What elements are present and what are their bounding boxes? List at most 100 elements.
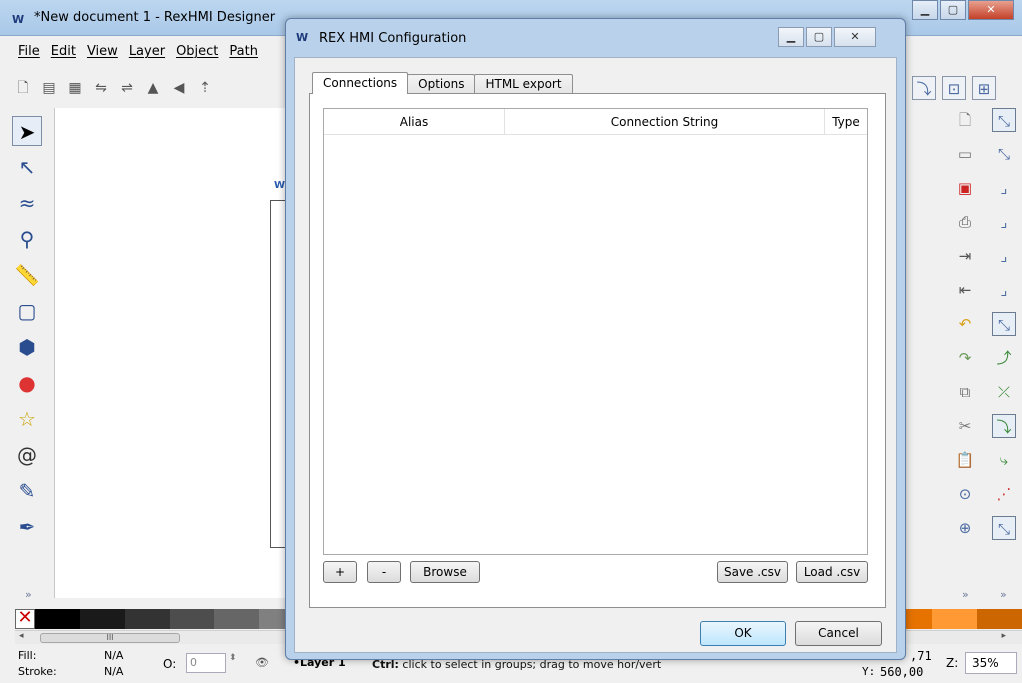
ellipse-tool-icon[interactable]: ●	[12, 368, 42, 398]
snap-smooth-icon[interactable]: ⤷	[992, 448, 1016, 472]
color-swatch[interactable]	[35, 609, 80, 629]
pen-tool-icon[interactable]: ✒	[12, 512, 42, 542]
raise-icon[interactable]: ⇡	[196, 79, 214, 97]
snap-bbox-edge-icon[interactable]: ⤡	[992, 142, 1016, 166]
dialog-maximize-button[interactable]: ▢	[806, 27, 832, 47]
add-connection-button[interactable]: +	[323, 561, 357, 583]
cancel-button[interactable]: Cancel	[795, 621, 882, 646]
selector-tool-icon[interactable]: ➤	[12, 116, 42, 146]
snap-others-icon[interactable]: ⤡	[992, 516, 1016, 540]
flip-icon[interactable]: ◀	[170, 79, 188, 97]
distribute-icon[interactable]: ⇌	[118, 79, 136, 97]
more-commands-icon[interactable]: »	[962, 588, 969, 601]
snap-intersection-icon[interactable]: ⤫	[992, 380, 1016, 404]
snap-bbox-center-icon[interactable]: ⌟	[992, 244, 1016, 268]
color-swatch[interactable]	[977, 609, 1022, 629]
no-paint-swatch[interactable]: ✕	[15, 609, 35, 629]
tab-connections[interactable]: Connections	[312, 72, 409, 94]
remove-connection-button[interactable]: -	[367, 561, 401, 583]
column-connection-string[interactable]: Connection String	[505, 109, 825, 135]
node-tool-icon[interactable]: ↖	[12, 152, 42, 182]
menu-layer[interactable]: Layer	[129, 44, 165, 66]
zoom-selection-icon[interactable]: ⊙	[953, 482, 977, 506]
color-swatch[interactable]	[932, 609, 978, 629]
save-icon[interactable]: ▣	[953, 176, 977, 200]
print-icon[interactable]: ⎙	[953, 210, 977, 234]
menu-view[interactable]: View	[87, 44, 118, 66]
column-alias[interactable]: Alias	[324, 109, 505, 135]
copy-icon[interactable]: ⧉	[953, 380, 977, 404]
browse-button[interactable]: Browse	[410, 561, 480, 583]
snap-nodes-toggle-icon[interactable]: ⤡	[992, 312, 1016, 336]
load-csv-button[interactable]: Load .csv	[796, 561, 868, 583]
zoom-label: Z:	[946, 656, 959, 670]
image-icon[interactable]: ▦	[66, 79, 84, 97]
color-swatch[interactable]	[214, 609, 260, 629]
snap-page-icon[interactable]: ⌟	[992, 278, 1016, 302]
undo-icon[interactable]: ↶	[953, 312, 977, 336]
snap-nodes-icon[interactable]: ⊞	[972, 76, 996, 100]
connections-panel: Alias Connection String Type + - Browse …	[309, 93, 886, 608]
connections-table[interactable]: Alias Connection String Type	[323, 108, 868, 555]
snap-cusp-icon[interactable]: ⤵	[992, 414, 1016, 438]
stroke-value[interactable]: N/A	[104, 665, 123, 678]
scroll-left-icon[interactable]: ◂	[19, 631, 24, 641]
new-icon[interactable]: 🗋	[953, 108, 977, 132]
align-icon[interactable]: ⇋	[92, 79, 110, 97]
dialog-close-button[interactable]: ✕	[834, 27, 876, 47]
zoom-tool-icon[interactable]: ⚲	[12, 224, 42, 254]
menu-edit[interactable]: Edit	[51, 44, 76, 66]
cut-icon[interactable]: ✂	[953, 414, 977, 438]
save-csv-button[interactable]: Save .csv	[717, 561, 788, 583]
drawing-canvas[interactable]	[54, 108, 286, 598]
more-snap-icon[interactable]: »	[1000, 588, 1007, 601]
star-tool-icon[interactable]: ☆	[12, 404, 42, 434]
snap-enable-icon[interactable]: ⤡	[992, 108, 1016, 132]
menu-file[interactable]: File	[18, 44, 40, 66]
box3d-tool-icon[interactable]: ⬢	[12, 332, 42, 362]
tab-options[interactable]: Options	[407, 74, 476, 94]
redo-icon[interactable]: ↷	[953, 346, 977, 370]
snap-bbox-corner-icon[interactable]: ⌟	[992, 176, 1016, 200]
export-icon[interactable]: ⇤	[953, 278, 977, 302]
snap-bbox-icon[interactable]: ⊡	[942, 76, 966, 100]
spiral-tool-icon[interactable]: @	[12, 440, 42, 470]
minimize-button[interactable]: ▁	[912, 0, 938, 20]
ok-button[interactable]: OK	[700, 621, 786, 646]
opacity-input[interactable]: 0	[186, 653, 226, 673]
new-document-icon[interactable]: 🗋	[14, 79, 32, 97]
color-swatch[interactable]	[79, 609, 125, 629]
color-swatch[interactable]	[124, 609, 170, 629]
paste-icon[interactable]: 📋	[953, 448, 977, 472]
measure-tool-icon[interactable]: 📏	[12, 260, 42, 290]
import-icon[interactable]: ⇥	[953, 244, 977, 268]
eye-icon[interactable]: 👁	[255, 656, 269, 669]
column-type[interactable]: Type	[825, 109, 867, 135]
dialog-titlebar[interactable]: W REX HMI Configuration ▁ ▢ ✕	[286, 19, 905, 57]
tab-html-export[interactable]: HTML export	[474, 74, 573, 94]
scroll-thumb[interactable]: III	[40, 633, 180, 643]
close-button[interactable]: ✕	[968, 0, 1014, 20]
opacity-spin-icon[interactable]: ⬍	[229, 653, 237, 663]
snap-path-icon[interactable]: ⤴	[992, 346, 1016, 370]
more-tools-icon[interactable]: »	[25, 588, 32, 601]
snap-midpoint-icon[interactable]: ⋰	[992, 482, 1016, 506]
transform-icon[interactable]: ▲	[144, 79, 162, 97]
pencil-tool-icon[interactable]: ✎	[12, 476, 42, 506]
snap-bbox-mid-icon[interactable]: ⌟	[992, 210, 1016, 234]
menu-path[interactable]: Path	[229, 44, 258, 66]
scroll-right-icon[interactable]: ▸	[1001, 631, 1006, 641]
open-document-icon[interactable]: ▤	[40, 79, 58, 97]
maximize-button[interactable]: ▢	[940, 0, 966, 20]
zoom-input[interactable]: 35%	[965, 652, 1017, 674]
tweak-tool-icon[interactable]: ≈	[12, 188, 42, 218]
color-swatch[interactable]	[169, 609, 215, 629]
dialog-minimize-button[interactable]: ▁	[778, 27, 804, 47]
open-icon[interactable]: ▭	[953, 142, 977, 166]
menu-object[interactable]: Object	[176, 44, 218, 66]
snap-toggle-icon[interactable]: ⤵	[912, 76, 936, 100]
zoom-drawing-icon[interactable]: ⊕	[953, 516, 977, 540]
fill-value[interactable]: N/A	[104, 649, 123, 662]
rectangle-tool-icon[interactable]: ▢	[12, 296, 42, 326]
commands-bar: 🗋 ▭ ▣ ⎙ ⇥ ⇤ ↶ ↷ ⧉ ✂ 📋 ⊙ ⊕	[950, 108, 980, 540]
